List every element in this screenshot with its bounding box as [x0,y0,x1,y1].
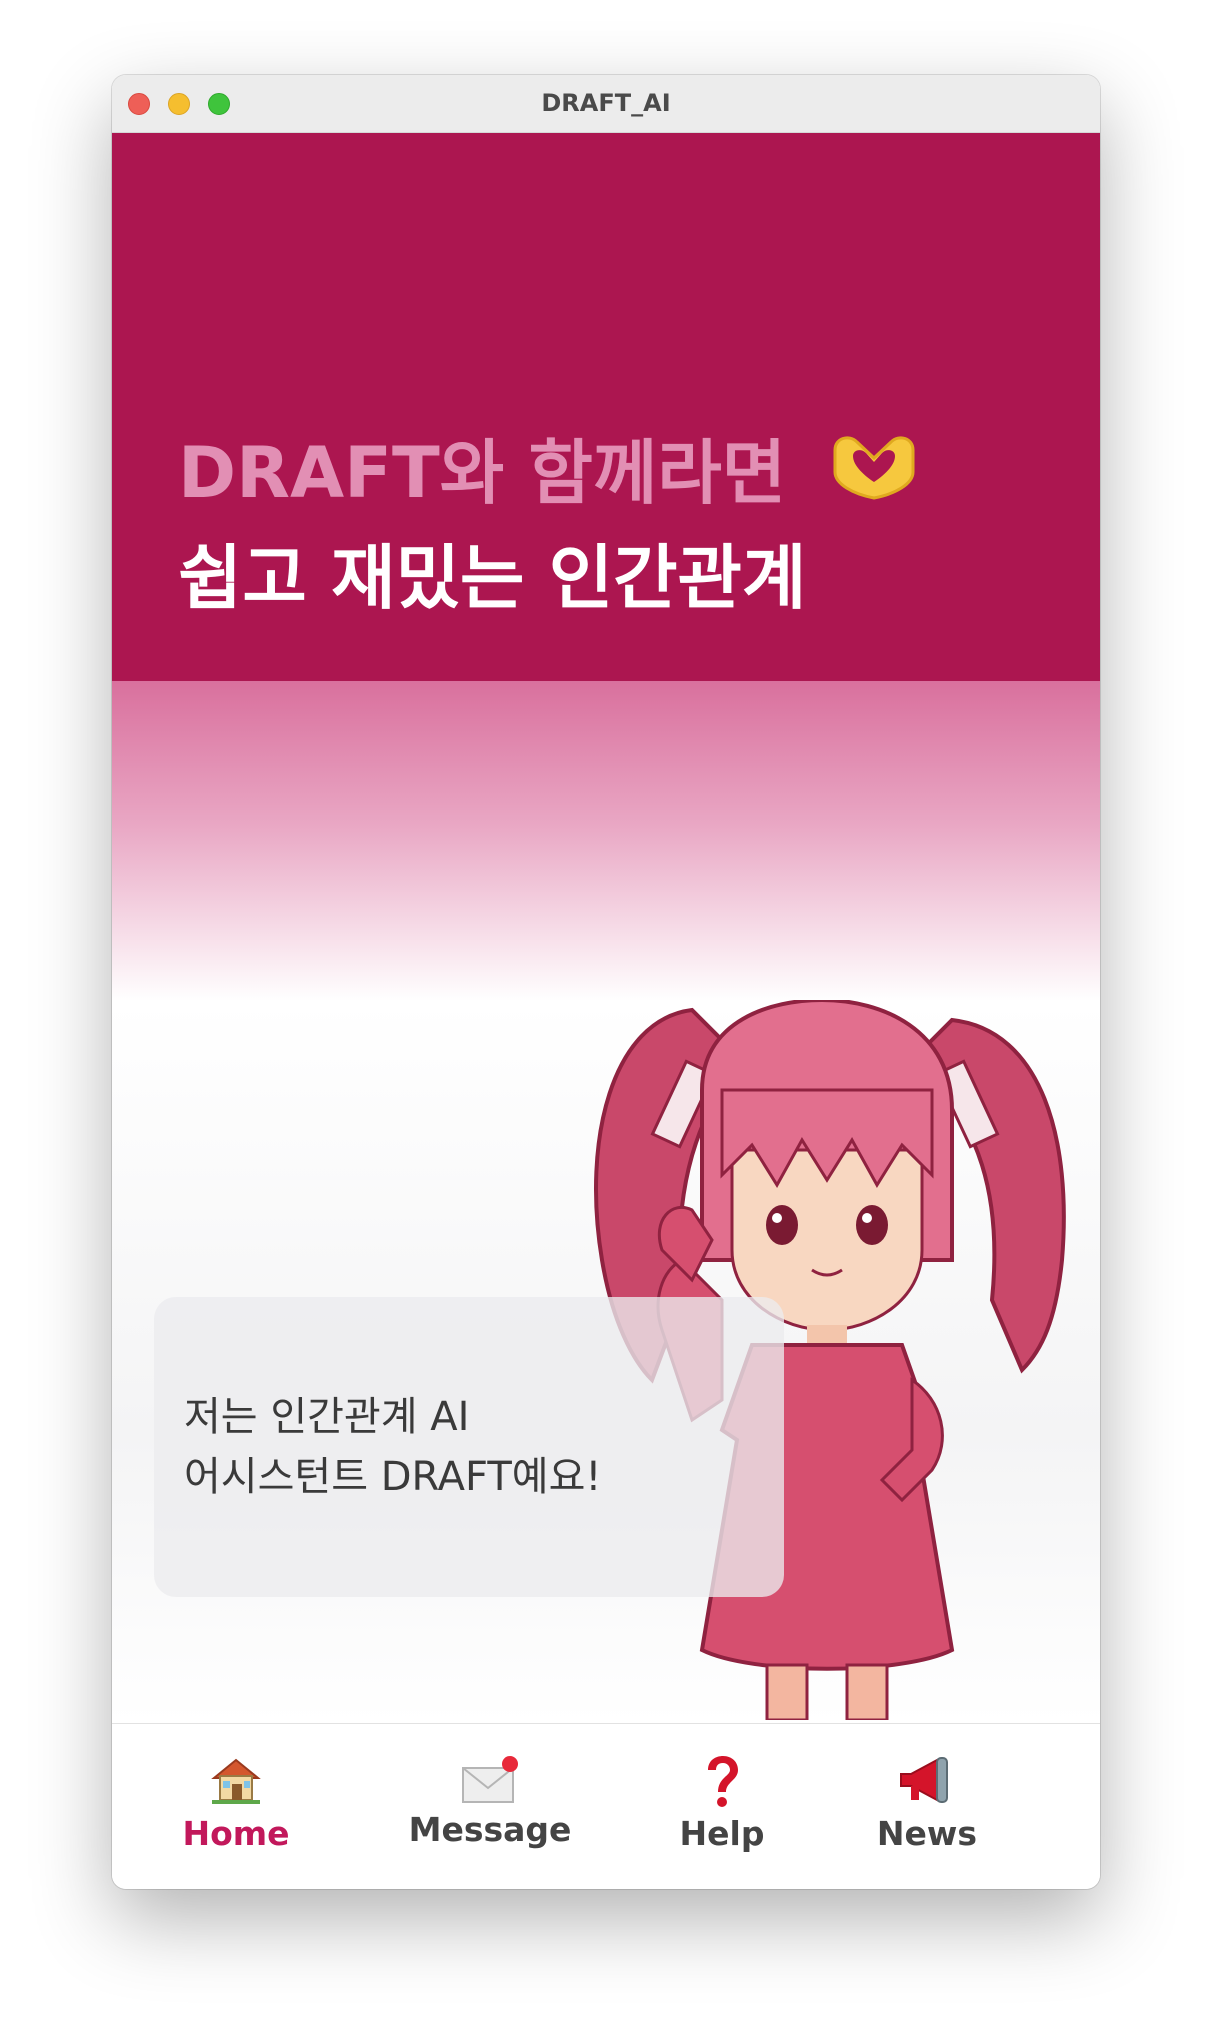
window-title: DRAFT_AI [541,89,671,117]
hero-banner: DRAFT와 함께라면 쉽고 재밌는 인간관계 [112,133,1100,681]
tab-news-label: News [876,1814,978,1853]
tab-help-label: Help [679,1814,765,1853]
tab-message-label: Message [408,1810,572,1849]
hero-headline-line1-text: DRAFT와 함께라면 [178,432,787,514]
hero-headline-line2: 쉽고 재밌는 인간관계 [178,536,807,619]
assistant-message-line2: 어시스턴트 DRAFT예요! [184,1454,602,1500]
tab-home-label: Home [182,1814,290,1853]
tab-news[interactable]: News [867,1724,987,1889]
tab-help[interactable]: Help [667,1724,777,1889]
heart-hands-icon [825,428,923,528]
assistant-message-bubble: 저는 인간관계 AI 어시스턴트 DRAFT예요! [154,1297,784,1597]
title-bar: DRAFT_AI [112,75,1100,133]
question-mark-icon [702,1754,742,1814]
tab-message[interactable]: Message [394,1724,586,1889]
hero-headline-line1: DRAFT와 함께라면 [178,423,923,528]
assistant-message-line1: 저는 인간관계 AI [184,1394,470,1440]
bottom-tab-bar: Home Message Help News [112,1723,1100,1889]
unread-badge [502,1756,518,1772]
envelope-icon [460,1754,520,1810]
tab-home[interactable]: Home [172,1724,300,1889]
house-icon [210,1754,262,1810]
app-window: DRAFT_AI DRAFT와 함께라면 쉽고 재밌는 인간관계 저는 인간관계… [112,75,1100,1889]
megaphone-icon [897,1754,957,1810]
hero-headline: DRAFT와 함께라면 쉽고 재밌는 인간관계 [178,423,923,628]
hero-gradient-fade [112,681,1100,1001]
